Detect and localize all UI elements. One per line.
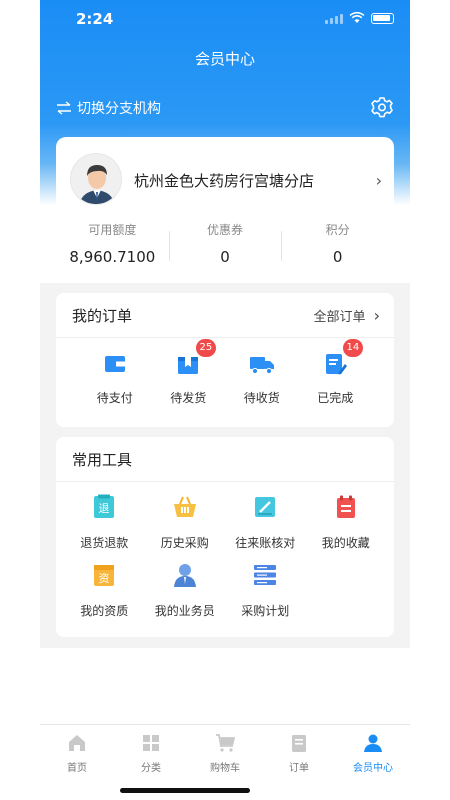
member-icon (364, 734, 382, 752)
stat-points[interactable]: 积分 0 (281, 221, 394, 271)
status-time: 2:24 (76, 10, 114, 28)
order-label: 待发货 (170, 391, 207, 405)
order-pending-shipment[interactable]: 25 待发货 (152, 339, 226, 406)
stat-label: 可用额度 (88, 223, 137, 237)
order-completed[interactable]: 14 已完成 (299, 339, 373, 406)
tool-label: 我的资质 (80, 604, 129, 618)
tool-my-favorites[interactable]: 我的收藏 (306, 492, 387, 560)
stats-row: 可用额度 8,960.7100 优惠券 0 积分 0 (56, 221, 394, 271)
all-orders-link[interactable]: 全部订单 › (313, 306, 380, 325)
return-glyph: 退 (99, 502, 110, 515)
tool-my-qualifications[interactable]: 资 我的资质 (64, 560, 145, 628)
tool-return-refund[interactable]: 退 退货退款 (64, 492, 145, 560)
tab-label: 订单 (289, 763, 309, 774)
tab-label: 购物车 (210, 763, 240, 774)
orders-card: 我的订单 全部订单 › 待支付 25 待发货 待收货 14 已完成 (56, 293, 394, 427)
order-pending-payment[interactable]: 待支付 (78, 347, 152, 406)
package-icon (178, 357, 199, 374)
tool-purchase-history[interactable]: 历史采购 (145, 492, 226, 560)
cart-icon (216, 734, 236, 752)
basket-icon (173, 496, 196, 517)
order-label: 待支付 (96, 391, 133, 405)
switch-branch-label: 切换分支机构 (77, 101, 161, 117)
bookmark-icon (336, 495, 355, 518)
orders-title: 我的订单 (72, 307, 133, 325)
tool-purchase-plan[interactable]: 采购计划 (225, 560, 306, 628)
page-title: 会员中心 (194, 50, 255, 68)
stat-value: 8,960.7100 (69, 248, 156, 266)
tool-account-reconciliation[interactable]: 往来账核对 (225, 492, 306, 560)
tab-home[interactable]: 首页 (40, 725, 114, 774)
status-icons (325, 12, 394, 24)
tab-label: 分类 (141, 763, 161, 774)
tool-label: 往来账核对 (235, 536, 296, 550)
avatar (70, 153, 122, 205)
app-screen: 2:24 会员中心 切换分支机构 杭州金色大药房行宫塘分店 › 可用额度 8,9… (40, 0, 410, 800)
tab-member-center[interactable]: 会员中心 (336, 725, 410, 774)
wallet-icon (104, 356, 125, 372)
stat-value: 0 (220, 248, 230, 266)
stat-coupons[interactable]: 优惠券 0 (168, 221, 282, 271)
tab-label: 首页 (67, 763, 87, 774)
stat-label: 优惠券 (207, 223, 244, 237)
switch-branch-button[interactable]: 切换分支机构 (56, 98, 161, 118)
tool-label: 我的收藏 (321, 536, 370, 550)
stat-credit[interactable]: 可用额度 8,960.7100 (56, 221, 169, 271)
profile-card[interactable]: 杭州金色大药房行宫塘分店 › 可用额度 8,960.7100 优惠券 0 积分 … (56, 137, 394, 287)
tools-grid: 退 退货退款 历史采购 往来账核对 我的收藏 资 我的资质 我的业务员 采购计划 (56, 492, 394, 628)
tool-label: 退货退款 (80, 536, 129, 550)
home-indicator (120, 788, 250, 793)
category-icon (143, 735, 159, 751)
order-icon (292, 735, 306, 752)
wifi-icon (349, 12, 365, 23)
order-label: 待收货 (243, 391, 280, 405)
return-icon: 退 (94, 494, 115, 518)
store-name: 杭州金色大药房行宫塘分店 (134, 172, 315, 190)
badge-count: 14 (342, 339, 364, 357)
tool-label: 历史采购 (160, 536, 209, 550)
tab-cart[interactable]: 购物车 (188, 725, 262, 774)
qual-glyph: 资 (99, 572, 110, 585)
tab-orders[interactable]: 订单 (262, 725, 336, 774)
salesman-icon (173, 564, 196, 587)
bottom-tab-bar: 首页 分类 购物车 订单 会员中心 (40, 724, 410, 774)
divider (56, 481, 394, 482)
user-avatar-icon (71, 154, 121, 204)
order-status-row: 待支付 25 待发货 待收货 14 已完成 (56, 339, 394, 406)
chevron-right-icon: › (375, 171, 382, 190)
truck-icon (249, 357, 274, 375)
tool-label: 采购计划 (241, 604, 290, 618)
order-label: 已完成 (317, 391, 354, 405)
divider (56, 337, 394, 338)
battery-icon (371, 12, 394, 24)
stat-value: 0 (332, 248, 343, 266)
swap-icon (57, 101, 71, 115)
all-orders-label: 全部订单 (313, 310, 366, 325)
status-bar: 2:24 (40, 0, 410, 38)
tools-card: 常用工具 退 退货退款 历史采购 往来账核对 我的收藏 资 我的资质 我的业务员… (56, 437, 394, 637)
plan-icon (254, 565, 277, 585)
badge-count: 25 (195, 339, 217, 357)
edit-doc-icon (326, 354, 348, 375)
tab-label: 会员中心 (353, 763, 393, 774)
tool-my-salesman[interactable]: 我的业务员 (145, 560, 226, 628)
home-icon (69, 735, 85, 751)
chevron-right-icon: › (373, 306, 380, 325)
order-pending-receipt[interactable]: 待收货 (225, 347, 299, 406)
tools-title: 常用工具 (72, 451, 133, 469)
signal-icon (325, 13, 343, 24)
tab-category[interactable]: 分类 (114, 725, 188, 774)
tool-label: 我的业务员 (154, 604, 215, 618)
gear-icon[interactable] (370, 96, 394, 120)
stat-label: 积分 (325, 223, 350, 237)
qualification-icon: 资 (94, 565, 115, 586)
ledger-icon (255, 497, 276, 517)
